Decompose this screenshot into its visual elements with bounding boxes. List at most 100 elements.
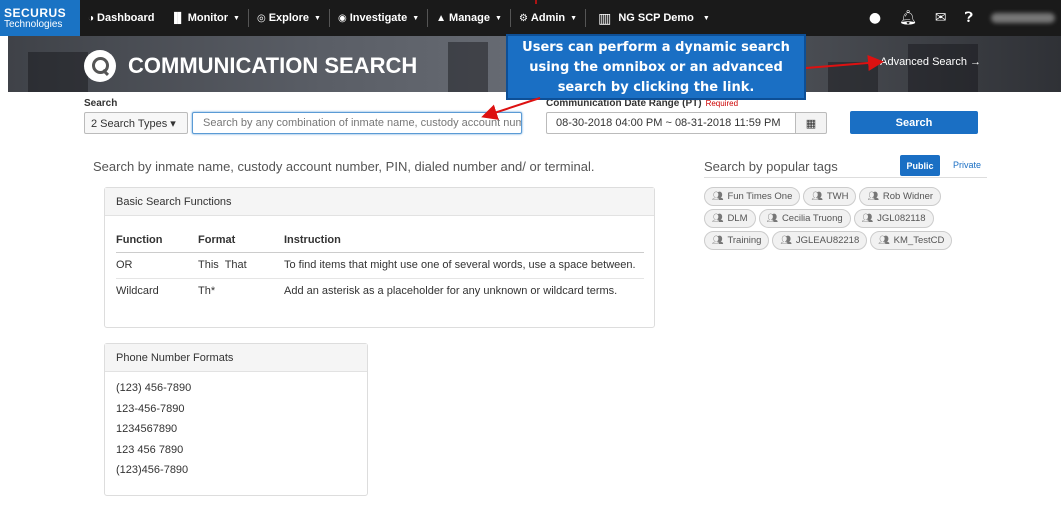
table-row: Wildcard Th* Add an asterisk as a placeh… — [116, 278, 644, 304]
tag-chip[interactable]: 👥︎ KM_TestCD — [870, 231, 953, 250]
tag-chip[interactable]: 👥︎ Fun Times One — [704, 187, 801, 206]
nav-label-investigate: Investigate — [349, 12, 408, 24]
building-icon: ▥ — [598, 9, 612, 26]
app-root: SECURUS Technologies ◑ Dashboard ▐▌ Moni… — [0, 0, 1061, 508]
nav-right: ● 🔔︎ ✉ ❓︎ — [869, 0, 1061, 36]
nav-label-manage: Manage — [449, 12, 490, 24]
tag-chip[interactable]: 👥︎ JGL082118 — [853, 209, 934, 228]
nav-label-dashboard: Dashboard — [97, 12, 155, 24]
nav-menu: ◑ Dashboard ▐▌ Monitor ▼ ◎ Explore ▼ ◉ I… — [80, 0, 718, 36]
caret-down-icon: ▼ — [412, 14, 420, 22]
date-range-input[interactable]: 08-30-2018 04:00 PM ~ 08-31-2018 11:59 P… — [546, 112, 796, 134]
skyline-decor — [448, 42, 488, 92]
nav-item-dashboard[interactable]: ◑ Dashboard — [80, 8, 163, 28]
table-cell: OR — [116, 252, 198, 279]
nav-item-monitor[interactable]: ▐▌ Monitor ▼ — [163, 8, 248, 28]
search-types-dropdown[interactable]: 2 Search Types ▾ — [84, 112, 188, 134]
group-icon: 👥︎ — [712, 213, 724, 223]
table-cell: Th* — [198, 285, 216, 298]
facility-name: NG SCP Demo — [618, 12, 694, 24]
bar-chart-icon: ▐▌ — [170, 12, 185, 24]
tag-label: Training — [727, 235, 762, 246]
table-cell: Add an asterisk as a placeholder for any… — [284, 285, 618, 298]
required-indicator: Required — [705, 99, 739, 108]
tab-public[interactable]: Public — [900, 155, 940, 176]
search-help-text: Search by inmate name, custody account n… — [93, 159, 595, 174]
tab-divider — [704, 177, 987, 178]
column-header: Format — [198, 228, 284, 253]
caret-down-icon: ▼ — [702, 14, 710, 22]
card-title: Basic Search Functions — [105, 188, 654, 216]
table-cell: To find items that might use one of seve… — [284, 252, 644, 279]
page-header: COMMUNICATION SEARCH — [84, 50, 417, 82]
functions-table: Function Format Instruction OR This That… — [116, 228, 644, 304]
user-menu[interactable] — [991, 13, 1055, 23]
group-icon: 👥︎ — [712, 235, 724, 245]
help-icon[interactable]: ❓︎ — [965, 10, 973, 26]
table-cell: This That — [198, 252, 284, 279]
gear-icon: ⚙ — [518, 12, 528, 24]
skyline-decor — [28, 52, 88, 92]
phone-formats-card: Phone Number Formats (123) 456-7890 123-… — [104, 343, 368, 496]
tag-label: Cecilia Truong — [781, 213, 843, 224]
message-icon[interactable]: ✉ — [935, 10, 947, 26]
list-item: 123 456 7890 — [116, 443, 184, 456]
dashboard-icon: ◑ — [88, 12, 95, 24]
compass-icon: ◎ — [256, 12, 266, 24]
tag-label: JGL082118 — [877, 213, 926, 224]
column-header: Instruction — [284, 228, 644, 253]
table-header-row: Function Format Instruction — [116, 228, 644, 253]
group-icon: 👥︎ — [878, 235, 890, 245]
tab-private[interactable]: Private — [953, 160, 981, 170]
tag-label: KM_TestCD — [893, 235, 945, 246]
tag-cloud: 👥︎ Fun Times One 👥︎ TWH 👥︎ Rob Widner 👥︎ DLM… — [704, 187, 974, 250]
search-icon — [84, 50, 116, 82]
tag-chip[interactable]: 👥︎ TWH — [803, 187, 857, 206]
caret-down-icon: ▼ — [314, 14, 321, 22]
facility-selector[interactable]: ▥ NG SCP Demo ▼ — [586, 8, 718, 28]
advanced-search-link[interactable]: Advanced Search → — [880, 56, 981, 68]
tags-title: Search by popular tags — [704, 159, 838, 174]
caret-down-icon: ▼ — [233, 14, 240, 22]
skyline-decor — [828, 62, 878, 92]
brand-name: SECURUS — [4, 5, 67, 20]
list-item: 123-456-7890 — [116, 402, 185, 415]
tag-chip[interactable]: 👥︎ JGLEAU82218 — [772, 231, 868, 250]
list-item: (123)456-7890 — [116, 464, 189, 477]
list-item: 1234567890 — [116, 423, 178, 436]
phone-format-list: (123) 456-7890 123-456-7890 1234567890 1… — [105, 372, 367, 481]
tag-chip[interactable]: 👥︎ Rob Widner — [859, 187, 942, 206]
page-title: COMMUNICATION SEARCH — [128, 53, 418, 78]
tag-label: DLM — [727, 213, 748, 224]
bell-icon[interactable]: 🔔︎ — [899, 10, 917, 26]
list-item: (123) 456-7890 — [116, 382, 192, 394]
status-dot-icon[interactable]: ● — [869, 10, 881, 26]
top-nav: SECURUS Technologies ◑ Dashboard ▐▌ Moni… — [0, 0, 1061, 36]
user-icon: ▲ — [436, 12, 447, 24]
group-icon: 👥︎ — [811, 191, 823, 201]
calendar-icon: ▦ — [805, 116, 817, 130]
search-button[interactable]: Search — [850, 111, 978, 134]
tag-chip[interactable]: 👥︎ DLM — [704, 209, 756, 228]
calendar-button[interactable]: ▦ — [795, 112, 827, 134]
nav-item-manage[interactable]: ▲ Manage ▼ — [428, 8, 510, 28]
tag-label: TWH — [826, 191, 849, 202]
brand-logo[interactable]: SECURUS Technologies — [0, 0, 80, 36]
omnibox-search-input[interactable] — [192, 112, 522, 134]
nav-item-explore[interactable]: ◎ Explore ▼ — [249, 8, 329, 28]
group-icon: 👥︎ — [780, 235, 792, 245]
nav-label-admin: Admin — [530, 12, 566, 24]
annotation-callout: Users can perform a dynamic search using… — [506, 34, 806, 100]
column-header: Function — [116, 228, 198, 253]
basic-search-functions-card: Basic Search Functions Function Format I… — [104, 187, 655, 328]
group-icon: 👥︎ — [766, 213, 778, 223]
caret-down-icon: ▼ — [570, 14, 578, 22]
tag-chip[interactable]: 👥︎ Training — [704, 231, 770, 250]
group-icon: 👥︎ — [861, 213, 874, 223]
nav-label-monitor: Monitor — [187, 12, 229, 24]
tag-chip[interactable]: 👥︎ Cecilia Truong — [758, 209, 851, 228]
card-title: Phone Number Formats — [105, 344, 367, 372]
nav-item-investigate[interactable]: ◉ Investigate ▼ — [330, 8, 427, 28]
group-icon: 👥︎ — [712, 191, 724, 201]
nav-item-admin[interactable]: ⚙ Admin ▼ — [511, 8, 585, 28]
